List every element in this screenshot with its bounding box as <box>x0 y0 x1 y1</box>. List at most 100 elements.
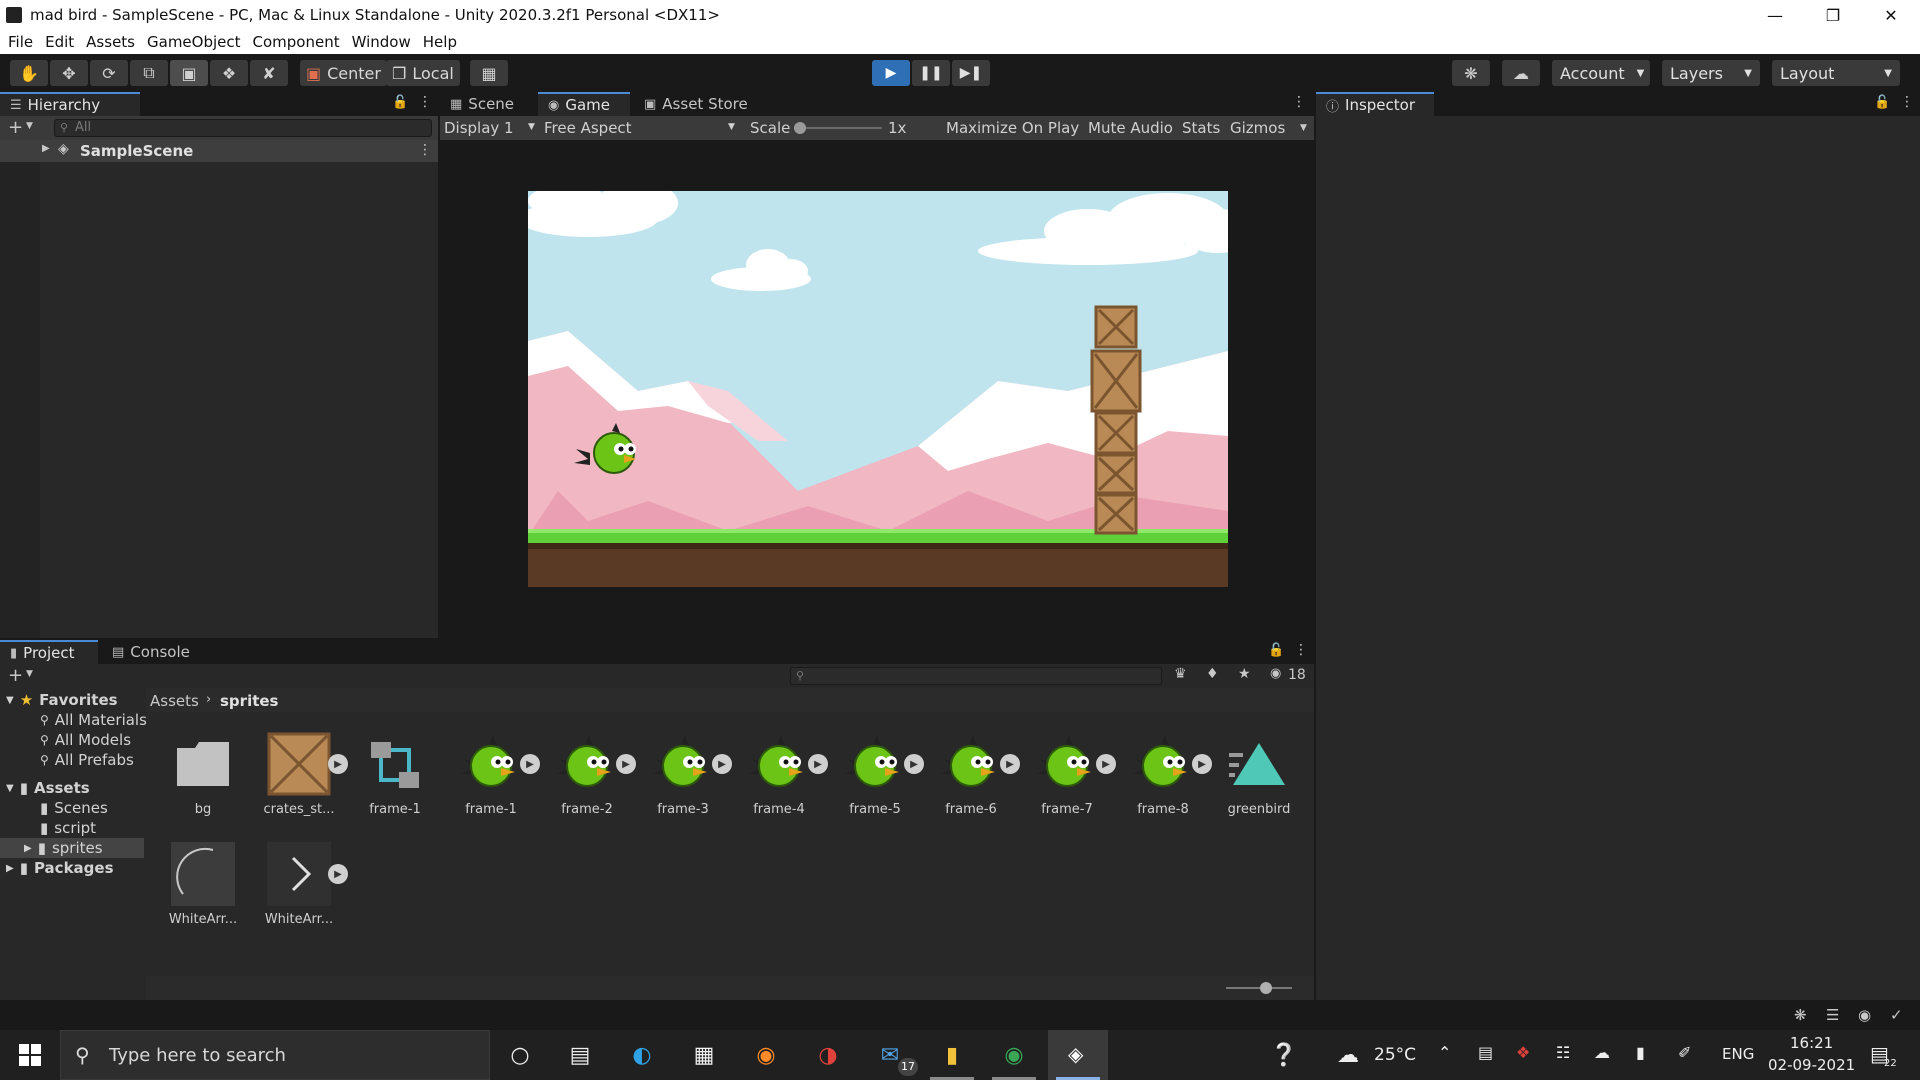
add-icon[interactable]: + <box>8 665 23 686</box>
play-icon[interactable]: ▶ <box>328 864 348 884</box>
asset-frame-6[interactable]: ▶ frame-6 <box>928 732 1020 832</box>
tree-script[interactable]: ▮ script <box>0 818 144 838</box>
pause-button[interactable]: ❚❚ <box>912 60 950 86</box>
rect-tool-icon[interactable]: ▣ <box>170 60 208 86</box>
close-button[interactable]: ✕ <box>1862 0 1920 30</box>
pen-icon[interactable]: ✐ <box>1678 1043 1691 1062</box>
app-red-icon[interactable]: ◑ <box>812 1039 844 1071</box>
menu-file[interactable]: File <box>2 33 39 51</box>
kebab-menu-icon[interactable]: ⋮ <box>1294 642 1308 658</box>
tree-scenes[interactable]: ▮ Scenes <box>0 798 144 818</box>
store-icon[interactable]: ▦ <box>688 1039 720 1071</box>
asset-frame-3[interactable]: ▶ frame-3 <box>640 732 732 832</box>
transform-tool-icon[interactable]: ❖ <box>210 60 248 86</box>
rotate-tool-icon[interactable]: ⟳ <box>90 60 128 86</box>
kebab-menu-icon[interactable]: ⋮ <box>418 94 432 110</box>
game-view-render[interactable] <box>528 191 1228 587</box>
expand-arrow-icon[interactable]: ▶ <box>42 143 50 154</box>
pivot-space-toggle[interactable]: ❐ Local <box>386 60 460 86</box>
chrome-icon[interactable]: ◉ <box>998 1039 1030 1071</box>
file-explorer-icon[interactable]: ▮ <box>936 1039 968 1071</box>
battery-icon[interactable]: ▮ <box>1636 1043 1645 1062</box>
tab-scene[interactable]: ▦ Scene <box>440 92 536 116</box>
tab-console[interactable]: ▤ Console <box>102 640 212 664</box>
play-icon[interactable]: ▶ <box>1000 754 1020 774</box>
tree-favorites[interactable]: ▼ ★ Favorites <box>0 690 144 710</box>
hand-tool-icon[interactable]: ✋ <box>10 60 48 86</box>
asset-whitearrow-1[interactable]: WhiteArr... <box>160 842 246 942</box>
asset-greenbird[interactable]: greenbird <box>1216 732 1302 832</box>
expand-arrow-icon[interactable]: ▶ <box>6 863 14 874</box>
asset-frame-4[interactable]: ▶ frame-4 <box>736 732 828 832</box>
chevron-down-icon[interactable]: ▼ <box>26 669 33 679</box>
star-icon[interactable]: ★ <box>1238 666 1251 682</box>
expand-arrow-icon[interactable]: ▶ <box>24 843 32 854</box>
kebab-menu-icon[interactable]: ⋮ <box>1292 94 1306 110</box>
label-icon[interactable]: ♦ <box>1206 666 1219 682</box>
cache-icon[interactable]: ◉ <box>1858 1006 1871 1024</box>
tab-project[interactable]: ▮ Project <box>0 640 98 664</box>
tree-all-prefabs[interactable]: ⚲ All Prefabs <box>0 750 144 770</box>
stats-toggle[interactable]: Stats <box>1182 118 1220 138</box>
stack-icon[interactable]: ☰ <box>1826 1006 1839 1024</box>
menu-component[interactable]: Component <box>247 33 346 51</box>
asset-crates[interactable]: ▶ crates_st... <box>256 732 348 832</box>
icon-size-slider[interactable] <box>1226 982 1292 994</box>
project-search-input[interactable]: ⚲ <box>790 667 1162 685</box>
asset-frame-7[interactable]: ▶ frame-7 <box>1024 732 1116 832</box>
help-icon[interactable]: ❔ <box>1268 1039 1300 1071</box>
asset-whitearrow-2[interactable]: ▶ WhiteArr... <box>256 842 348 942</box>
tab-inspector[interactable]: ⓘ Inspector <box>1316 92 1434 116</box>
asset-frame-1-anim[interactable]: frame-1 <box>352 732 438 832</box>
play-icon[interactable]: ▶ <box>616 754 636 774</box>
cloud-icon[interactable]: ☁ <box>1502 60 1540 86</box>
menu-gameobject[interactable]: GameObject <box>141 33 247 51</box>
language-indicator[interactable]: ENG <box>1722 1045 1754 1063</box>
gizmos-toggle[interactable]: Gizmos <box>1230 118 1285 138</box>
account-dropdown[interactable]: Account ▼ <box>1552 60 1650 86</box>
firefox-icon[interactable]: ◉ <box>750 1039 782 1071</box>
kebab-menu-icon[interactable]: ⋮ <box>1900 94 1914 110</box>
menu-window[interactable]: Window <box>346 33 417 51</box>
icon-size-slider-thumb[interactable] <box>1260 982 1272 994</box>
chevron-up-icon[interactable]: ⌃ <box>1438 1043 1451 1062</box>
play-icon[interactable]: ▶ <box>712 754 732 774</box>
layers-dropdown[interactable]: Layers ▼ <box>1662 60 1760 86</box>
task-view-icon[interactable]: ▤ <box>564 1039 596 1071</box>
kebab-menu-icon[interactable]: ⋮ <box>418 142 432 158</box>
layout-dropdown[interactable]: Layout ▼ <box>1772 60 1900 86</box>
add-icon[interactable]: + <box>8 117 23 138</box>
tab-hierarchy[interactable]: ☰ Hierarchy <box>0 92 140 116</box>
mute-audio-toggle[interactable]: Mute Audio <box>1088 118 1173 138</box>
wifi-icon[interactable]: ☷ <box>1556 1043 1570 1062</box>
clock-time[interactable]: 16:21 <box>1790 1034 1833 1052</box>
lock-icon[interactable]: 🔓 <box>392 95 408 110</box>
menu-edit[interactable]: Edit <box>39 33 80 51</box>
device-icon[interactable]: ▤ <box>1478 1043 1493 1062</box>
custom-tool-icon[interactable]: ✘ <box>250 60 288 86</box>
asset-frame-8[interactable]: ▶ frame-8 <box>1120 732 1212 832</box>
minimize-button[interactable]: — <box>1746 0 1804 30</box>
check-circle-icon[interactable]: ✓ <box>1890 1006 1903 1024</box>
asset-frame-2[interactable]: ▶ frame-2 <box>544 732 636 832</box>
snap-grid-icon[interactable]: ▦ <box>470 60 508 86</box>
lock-icon[interactable]: 🔓 <box>1874 95 1890 110</box>
asset-frame-5[interactable]: ▶ frame-5 <box>832 732 924 832</box>
tree-assets[interactable]: ▼ ▮ Assets <box>0 778 144 798</box>
expand-arrow-icon[interactable]: ▼ <box>6 695 14 706</box>
breadcrumb-assets[interactable]: Assets <box>150 692 199 710</box>
chevron-down-icon[interactable]: ▼ <box>26 121 33 131</box>
onedrive-icon[interactable]: ☁ <box>1594 1043 1610 1062</box>
tree-all-models[interactable]: ⚲ All Models <box>0 730 144 750</box>
tab-asset-store[interactable]: ▣ Asset Store <box>634 92 764 116</box>
tree-all-materials[interactable]: ⚲ All Materials <box>0 710 147 730</box>
lock-icon[interactable]: 🔓 <box>1268 643 1284 658</box>
hidden-packages-icon[interactable]: ◉ <box>1270 666 1281 681</box>
hierarchy-search-input[interactable]: ⚲ All <box>54 119 432 137</box>
expand-arrow-icon[interactable]: ▼ <box>6 783 14 794</box>
edge-icon[interactable]: ◐ <box>626 1039 658 1071</box>
cortana-icon[interactable]: ○ <box>504 1039 536 1071</box>
scene-row[interactable]: ▶ ◈ SampleScene ⋮ <box>0 140 438 162</box>
tree-sprites[interactable]: ▶ ▮ sprites <box>0 838 144 858</box>
play-icon[interactable]: ▶ <box>520 754 540 774</box>
